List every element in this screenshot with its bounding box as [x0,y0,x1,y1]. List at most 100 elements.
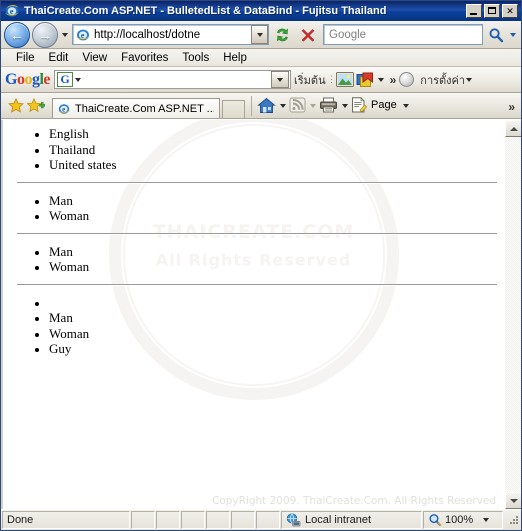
google-start-label[interactable]: เริ่มต้น [294,71,326,89]
vertical-scrollbar[interactable] [504,120,521,509]
search-go-button[interactable] [485,24,507,46]
page-dropdown-button[interactable] [401,96,412,116]
google-logo-e: e [43,70,51,88]
google-search-dropdown-button[interactable] [271,71,290,88]
scroll-down-button[interactable] [505,492,521,509]
print-button[interactable] [318,94,339,116]
bulleted-list-countries: English Thailand United states [3,126,504,173]
home-icon [257,97,276,113]
menu-item-tools[interactable]: Tools [175,51,216,65]
rss-icon [289,97,306,113]
google-overflow-button[interactable]: » [390,73,397,87]
chevron-down-icon [61,32,68,37]
google-bookmarks-dropdown[interactable] [375,70,387,90]
list-item-empty [49,295,504,311]
new-tab-button[interactable] [222,100,245,118]
google-settings-label[interactable]: การตั้งค่า [420,71,465,89]
browser-window: e ThaiCreate.Com ASP.NET - BulletedList … [0,0,522,531]
chevron-down-icon[interactable] [483,518,490,522]
bulleted-list-gender-3: Man Woman Guy [3,295,504,357]
document-body: THAICREATE.COM All Rights Reserved Engli… [1,120,504,509]
close-button[interactable]: ✕ [502,4,518,18]
google-toolbar: Google G เริ่มต้น ⋮ » การตั้งค่า [1,67,521,93]
close-icon: ✕ [506,5,514,16]
refresh-button[interactable] [271,23,294,46]
google-logo: Google [5,70,51,88]
menu-bar: File Edit View Favorites Tools Help [1,49,521,67]
list-item: Man [49,244,504,260]
stop-icon [301,28,314,42]
chevron-down-icon [403,104,410,108]
feeds-button[interactable] [288,94,307,116]
internet-explorer-icon: e [4,3,20,19]
tab-favicon: e [57,102,71,116]
maximize-button[interactable] [484,4,500,18]
recent-pages-button[interactable] [58,24,71,46]
status-pane-5 [231,511,255,529]
page-button[interactable]: Page [350,94,401,116]
bulleted-list-gender-1: Man Woman [3,193,504,224]
menu-item-file[interactable]: File [9,51,42,65]
address-bar[interactable]: e http://localhost/dotne [72,24,269,45]
print-icon [320,97,337,113]
address-input[interactable]: http://localhost/dotne [94,29,251,41]
page-copyright: CopyRight 2009. ThaiCreate.Com. All Righ… [211,495,496,507]
navigation-toolbar: ← → e http://localhost/dotne Google [1,21,521,49]
chevron-down-icon [509,32,516,37]
image-icon [335,72,354,87]
security-zone-pane[interactable]: Local intranet [281,511,422,529]
triangle-down-icon [509,498,518,503]
back-button[interactable]: ← [4,21,30,48]
menu-item-edit[interactable]: Edit [42,51,76,65]
feeds-dropdown-button[interactable] [307,96,318,116]
menu-item-view[interactable]: View [75,51,114,65]
chevron-down-icon [309,104,316,108]
star-icon [8,97,24,113]
google-mark-icon: G [57,72,74,87]
resize-grip[interactable] [504,511,521,529]
page-button-label: Page [371,99,397,111]
toolbar-divider [251,96,252,116]
svg-text:e: e [10,7,14,16]
document-content: English Thailand United states Man Woman… [3,120,504,357]
security-zone-label: Local intranet [305,514,372,526]
stop-button[interactable] [296,23,319,46]
horizontal-rule [17,181,497,184]
command-bar-overflow-button[interactable]: » [508,100,515,114]
page-area: THAICREATE.COM All Rights Reserved Engli… [1,119,521,509]
list-item: Woman [49,208,504,224]
home-dropdown-button[interactable] [277,96,288,116]
zoom-pane[interactable]: 100% [423,511,503,529]
list-item: Woman [49,326,504,342]
tab-bar: e ThaiCreate.Com ASP.NET ... Page » [1,93,521,119]
search-provider-button[interactable] [507,24,518,46]
address-dropdown-button[interactable] [251,25,268,44]
status-text: Done [2,511,130,529]
browser-tab[interactable]: e ThaiCreate.Com ASP.NET ... [52,98,220,118]
home-button[interactable] [256,94,277,116]
resize-grip-icon [510,515,518,524]
chevron-down-icon[interactable] [466,77,473,82]
page-icon: e [75,27,91,43]
google-images-button[interactable] [335,70,355,90]
forward-button[interactable]: → [32,21,58,48]
google-search-box[interactable]: G [54,70,292,89]
google-bookmarks-button[interactable] [355,70,375,90]
add-to-favorites-button[interactable] [26,94,46,116]
scroll-up-button[interactable] [505,120,521,137]
print-dropdown-button[interactable] [339,96,350,116]
zoom-level-label: 100% [445,514,474,526]
status-pane-1 [131,511,155,529]
arrow-right-icon: → [38,26,52,43]
minimize-button[interactable] [466,4,482,18]
search-icon [489,27,504,42]
horizontal-rule [17,283,497,286]
search-box[interactable]: Google [323,24,483,45]
search-input[interactable]: Google [324,29,366,41]
menu-item-help[interactable]: Help [216,51,254,65]
window-controls: ✕ [466,4,518,18]
favorites-center-button[interactable] [6,94,26,116]
menu-item-favorites[interactable]: Favorites [114,51,175,65]
refresh-icon [277,27,288,41]
chevron-down-icon[interactable] [75,77,82,82]
